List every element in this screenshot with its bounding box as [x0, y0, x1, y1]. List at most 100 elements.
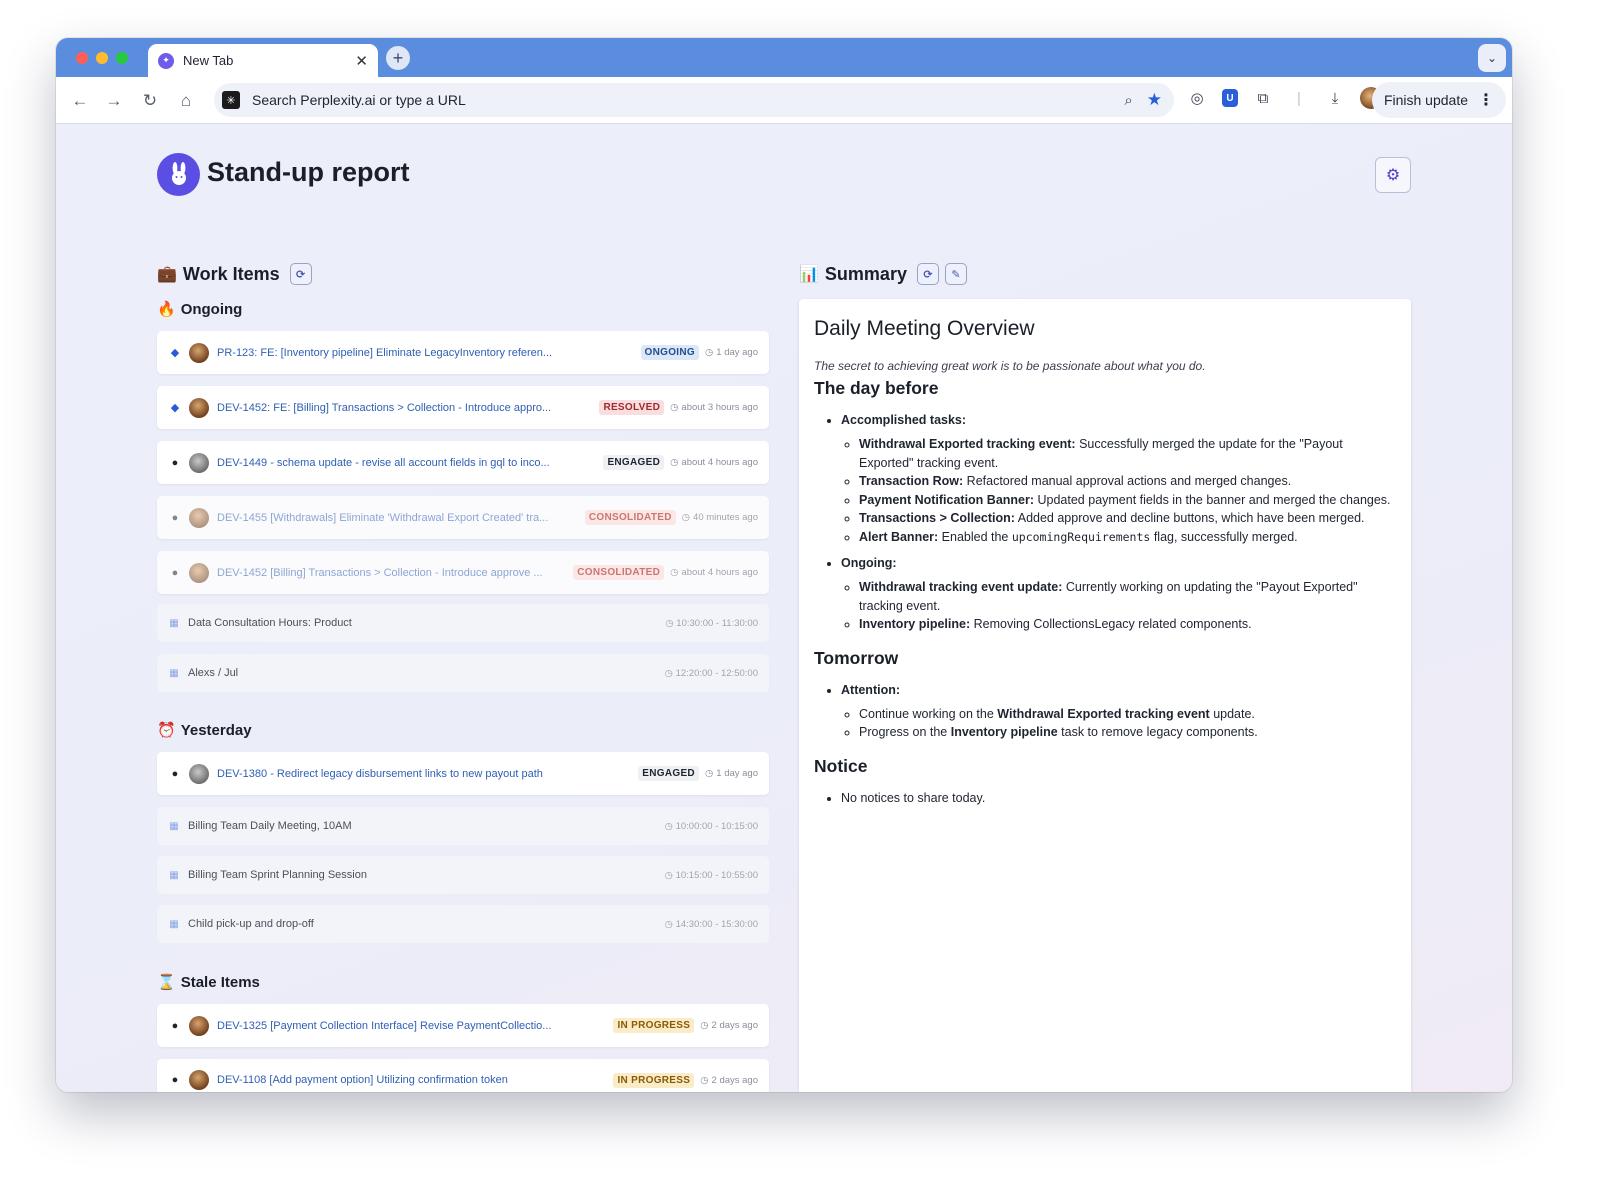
- github-icon: ●: [171, 1019, 179, 1032]
- task-text: Updated payment fields in the banner and…: [1034, 492, 1391, 507]
- settings-gear-button[interactable]: ⚙: [1375, 157, 1411, 193]
- task-bold: Inventory pipeline:: [859, 617, 971, 631]
- work-items-heading: 💼 Work Items ⟳: [157, 263, 312, 285]
- work-item-title[interactable]: DEV-1325 [Payment Collection Interface] …: [217, 1020, 605, 1032]
- accomplished-item: Accomplished tasks: Withdrawal Exported …: [841, 413, 1397, 546]
- jira-diamond-icon: ◆: [170, 347, 180, 359]
- status-badge: IN PROGRESS: [613, 1018, 695, 1033]
- clock-icon: ◷: [664, 918, 676, 930]
- event-time: 10:30:00 - 11:30:00: [676, 617, 758, 629]
- work-item-time: 2 days ago: [711, 1074, 758, 1086]
- page-content: Stand-up report ⚙ 💼 Work Items ⟳ 🔥 Ongoi…: [56, 124, 1512, 1092]
- extension-shield-icon[interactable]: ◎: [1186, 87, 1208, 109]
- task-text: Added approve and decline buttons, which…: [1014, 511, 1365, 525]
- accomplished-task: Transaction Row: Refactored manual appro…: [859, 472, 1397, 491]
- back-arrow-icon[interactable]: ←: [68, 89, 92, 113]
- notice-list: No notices to share today.: [814, 791, 1397, 805]
- home-icon[interactable]: ⌂: [174, 89, 198, 113]
- close-window-button[interactable]: [76, 52, 88, 64]
- calendar-event-row[interactable]: ▦ Data Consultation Hours: Product ◷ 10:…: [157, 604, 769, 642]
- jira-diamond-icon: ◆: [170, 402, 180, 414]
- work-item-title[interactable]: DEV-1452: FE: [Billing] Transactions > C…: [217, 402, 591, 414]
- address-bar[interactable]: ✳ Search Perplexity.ai or type a URL ⌕ ★: [214, 83, 1174, 117]
- accomplished-task: Payment Notification Banner: Updated pay…: [859, 491, 1397, 510]
- work-item-row[interactable]: ◆ DEV-1452: FE: [Billing] Transactions >…: [157, 386, 769, 429]
- work-item-row[interactable]: ● DEV-1452 [Billing] Transactions > Coll…: [157, 551, 769, 594]
- work-item-row[interactable]: ◆ PR-123: FE: [Inventory pipeline] Elimi…: [157, 331, 769, 374]
- browser-tab[interactable]: ✦ New Tab ✕: [148, 44, 378, 77]
- event-time: 12:20:00 - 12:50:00: [675, 667, 758, 679]
- tab-search-chevron-icon[interactable]: ⌄: [1478, 44, 1506, 72]
- attention-task: Progress on the Inventory pipeline task …: [859, 723, 1397, 742]
- work-item-row[interactable]: ● DEV-1108 [Add payment option] Utilizin…: [157, 1059, 769, 1092]
- task-text: Refactored manual approval actions and m…: [963, 474, 1292, 488]
- work-item-title[interactable]: DEV-1455 [Withdrawals] Eliminate 'Withdr…: [217, 512, 577, 524]
- extensions-puzzle-icon[interactable]: ⧉: [1252, 87, 1274, 109]
- stale-group-label: ⌛ Stale Items: [157, 973, 260, 992]
- github-icon: ●: [171, 456, 179, 469]
- clock-icon: ◷: [681, 512, 691, 523]
- clock-icon: ◷: [704, 347, 714, 358]
- work-item-title[interactable]: DEV-1449 - schema update - revise all ac…: [217, 457, 595, 469]
- reload-icon[interactable]: ↻: [138, 89, 162, 113]
- refresh-work-items-button[interactable]: ⟳: [289, 263, 312, 285]
- work-item-title[interactable]: PR-123: FE: [Inventory pipeline] Elimina…: [217, 347, 633, 359]
- work-item-time: about 4 hours ago: [681, 457, 758, 468]
- avatar: [189, 1015, 209, 1036]
- status-badge: ENGAGED: [603, 455, 665, 470]
- calendar-event-row[interactable]: ▦ Billing Team Sprint Planning Session ◷…: [157, 856, 769, 894]
- fire-icon: 🔥: [157, 301, 176, 318]
- work-item-row[interactable]: ● DEV-1380 - Redirect legacy disbursemen…: [157, 752, 769, 795]
- work-item-row[interactable]: ● DEV-1449 - schema update - revise all …: [157, 441, 769, 484]
- status-badge: RESOLVED: [599, 400, 665, 415]
- clock-icon: ◷: [700, 1074, 709, 1086]
- attention-task: Continue working on the Withdrawal Expor…: [859, 705, 1397, 724]
- clock-icon: ◷: [664, 667, 676, 679]
- notice-heading: Notice: [814, 755, 868, 776]
- work-item-time: 1 day ago: [716, 347, 758, 358]
- zoom-icon[interactable]: ⌕: [1124, 92, 1132, 109]
- page-title: Stand-up report: [207, 157, 410, 187]
- status-badge: ONGOING: [640, 345, 699, 360]
- work-item-row[interactable]: ● DEV-1325 [Payment Collection Interface…: [157, 1004, 769, 1047]
- work-item-time: about 3 hours ago: [681, 402, 758, 413]
- calendar-event-row[interactable]: ▦ Alexs / Jul ◷ 12:20:00 - 12:50:00: [157, 654, 769, 692]
- clock-icon: ◷: [665, 617, 677, 629]
- task-bold: Withdrawal Exported tracking event:: [859, 437, 1076, 451]
- rabbit-logo-icon: [157, 153, 200, 196]
- work-item-row[interactable]: ● DEV-1455 [Withdrawals] Eliminate 'With…: [157, 496, 769, 539]
- new-tab-button[interactable]: +: [386, 46, 410, 70]
- maximize-window-button[interactable]: [116, 52, 128, 64]
- work-item-title[interactable]: DEV-1380 - Redirect legacy disbursement …: [217, 768, 630, 780]
- task-bold: Withdrawal tracking event update:: [859, 580, 1063, 594]
- avatar: [189, 452, 209, 473]
- finish-update-button[interactable]: Finish update ⋮: [1371, 82, 1506, 118]
- magic-wand-button[interactable]: ✎: [944, 263, 967, 285]
- attention-label: Attention:: [841, 682, 901, 697]
- task-text: Enabled the: [938, 529, 1012, 544]
- forward-arrow-icon[interactable]: →: [102, 89, 126, 113]
- refresh-summary-button[interactable]: ⟳: [916, 263, 939, 285]
- browser-toolbar: ← → ↻ ⌂ ✳ Search Perplexity.ai or type a…: [56, 77, 1512, 124]
- avatar: [189, 507, 209, 528]
- ongoing-item: Ongoing: Withdrawal tracking event updat…: [841, 556, 1397, 634]
- download-icon[interactable]: ⤓: [1324, 87, 1346, 109]
- work-item-title[interactable]: DEV-1452 [Billing] Transactions > Collec…: [217, 567, 565, 579]
- ongoing-task: Inventory pipeline: Removing Collections…: [859, 615, 1397, 634]
- avatar: [189, 397, 209, 418]
- perplexity-icon: ✳: [222, 91, 240, 109]
- minimize-window-button[interactable]: [96, 52, 108, 64]
- calendar-icon: ▦: [169, 869, 179, 881]
- close-tab-icon[interactable]: ✕: [355, 52, 368, 70]
- bitwarden-icon[interactable]: U: [1222, 89, 1238, 107]
- calendar-event-row[interactable]: ▦ Billing Team Daily Meeting, 10AM ◷ 10:…: [157, 807, 769, 845]
- work-item-title[interactable]: DEV-1108 [Add payment option] Utilizing …: [217, 1074, 605, 1086]
- calendar-event-row[interactable]: ▦ Child pick-up and drop-off ◷ 14:30:00 …: [157, 905, 769, 943]
- clock-icon: ◷: [670, 402, 679, 413]
- github-icon: ●: [171, 767, 179, 780]
- clock-icon: ◷: [664, 820, 676, 832]
- event-title: Billing Team Daily Meeting, 10AM: [188, 820, 352, 832]
- task-text: flag, successfully merged.: [1150, 529, 1298, 544]
- bar-chart-icon: 📊: [799, 266, 819, 283]
- bookmark-star-icon[interactable]: ★: [1147, 90, 1162, 110]
